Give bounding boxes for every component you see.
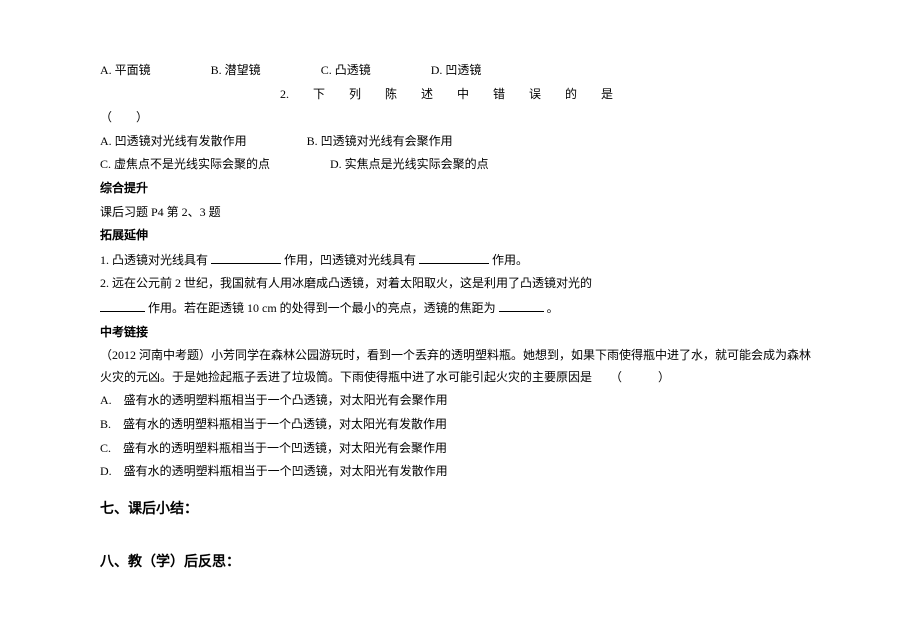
- ext-q2-p3: 。: [547, 301, 559, 315]
- extension-q2-line1: 2. 远在公元前 2 世纪，我国就有人用冰磨成凸透镜，对着太阳取火，这是利用了凸…: [100, 273, 820, 295]
- q2-options-row1: A. 凹透镜对光线有发散作用 B. 凹透镜对光线有会聚作用: [100, 131, 820, 153]
- q1-opt-d: D. 凹透镜: [431, 60, 482, 82]
- zhongkao-a: A. 盛有水的透明塑料瓶相当于一个凸透镜，对太阳光有会聚作用: [100, 390, 820, 412]
- ext-q1-p3: 作用。: [492, 253, 528, 267]
- comprehensive-text: 课后习题 P4 第 2、3 题: [100, 202, 820, 224]
- zhongkao-c: C. 盛有水的透明塑料瓶相当于一个凹透镜，对太阳光有会聚作用: [100, 438, 820, 460]
- zhongkao-b: B. 盛有水的透明塑料瓶相当于一个凸透镜，对太阳光有发散作用: [100, 414, 820, 436]
- q1-opt-b: B. 潜望镜: [211, 60, 261, 82]
- q2-opt-c: C. 虚焦点不是光线实际会聚的点: [100, 154, 270, 176]
- q2-opt-d: D. 实焦点是光线实际会聚的点: [330, 154, 489, 176]
- blank-3: [100, 297, 145, 312]
- heading-comprehensive: 综合提升: [100, 178, 820, 200]
- blank-4: [499, 297, 544, 312]
- q2-text: 2. 下 列 陈 述 中 错 误 的 是: [280, 84, 613, 106]
- q1-options: A. 平面镜 B. 潜望镜 C. 凸透镜 D. 凹透镜: [100, 60, 820, 82]
- zhongkao-d: D. 盛有水的透明塑料瓶相当于一个凹透镜，对太阳光有发散作用: [100, 461, 820, 483]
- blank-2: [419, 249, 489, 264]
- extension-q2-line2: 作用。若在距透镜 10 cm 的处得到一个最小的亮点，透镜的焦距为 。: [100, 297, 820, 320]
- blank-1: [211, 249, 281, 264]
- ext-q1-p1: 1. 凸透镜对光线具有: [100, 253, 208, 267]
- heading-extension: 拓展延伸: [100, 225, 820, 247]
- q2-stem: 2. 下 列 陈 述 中 错 误 的 是: [100, 84, 820, 106]
- heading-zhongkao: 中考链接: [100, 322, 820, 344]
- q2-opt-b: B. 凹透镜对光线有会聚作用: [307, 131, 453, 153]
- extension-q1: 1. 凸透镜对光线具有 作用，凹透镜对光线具有 作用。: [100, 249, 820, 272]
- q2-options-row2: C. 虚焦点不是光线实际会聚的点 D. 实焦点是光线实际会聚的点: [100, 154, 820, 176]
- q1-opt-c: C. 凸透镜: [321, 60, 371, 82]
- q1-opt-a: A. 平面镜: [100, 60, 151, 82]
- q2-paren: （ ）: [100, 107, 820, 129]
- ext-q2-p2: 作用。若在距透镜 10 cm 的处得到一个最小的亮点，透镜的焦距为: [148, 301, 496, 315]
- heading-seven: 七、课后小结：: [100, 497, 820, 522]
- ext-q1-p2: 作用，凹透镜对光线具有: [284, 253, 416, 267]
- heading-eight: 八、教（学）后反思：: [100, 550, 820, 575]
- q2-opt-a: A. 凹透镜对光线有发散作用: [100, 131, 247, 153]
- zhongkao-intro: （2012 河南中考题）小芳同学在森林公园游玩时，看到一个丢弃的透明塑料瓶。她想…: [100, 345, 820, 388]
